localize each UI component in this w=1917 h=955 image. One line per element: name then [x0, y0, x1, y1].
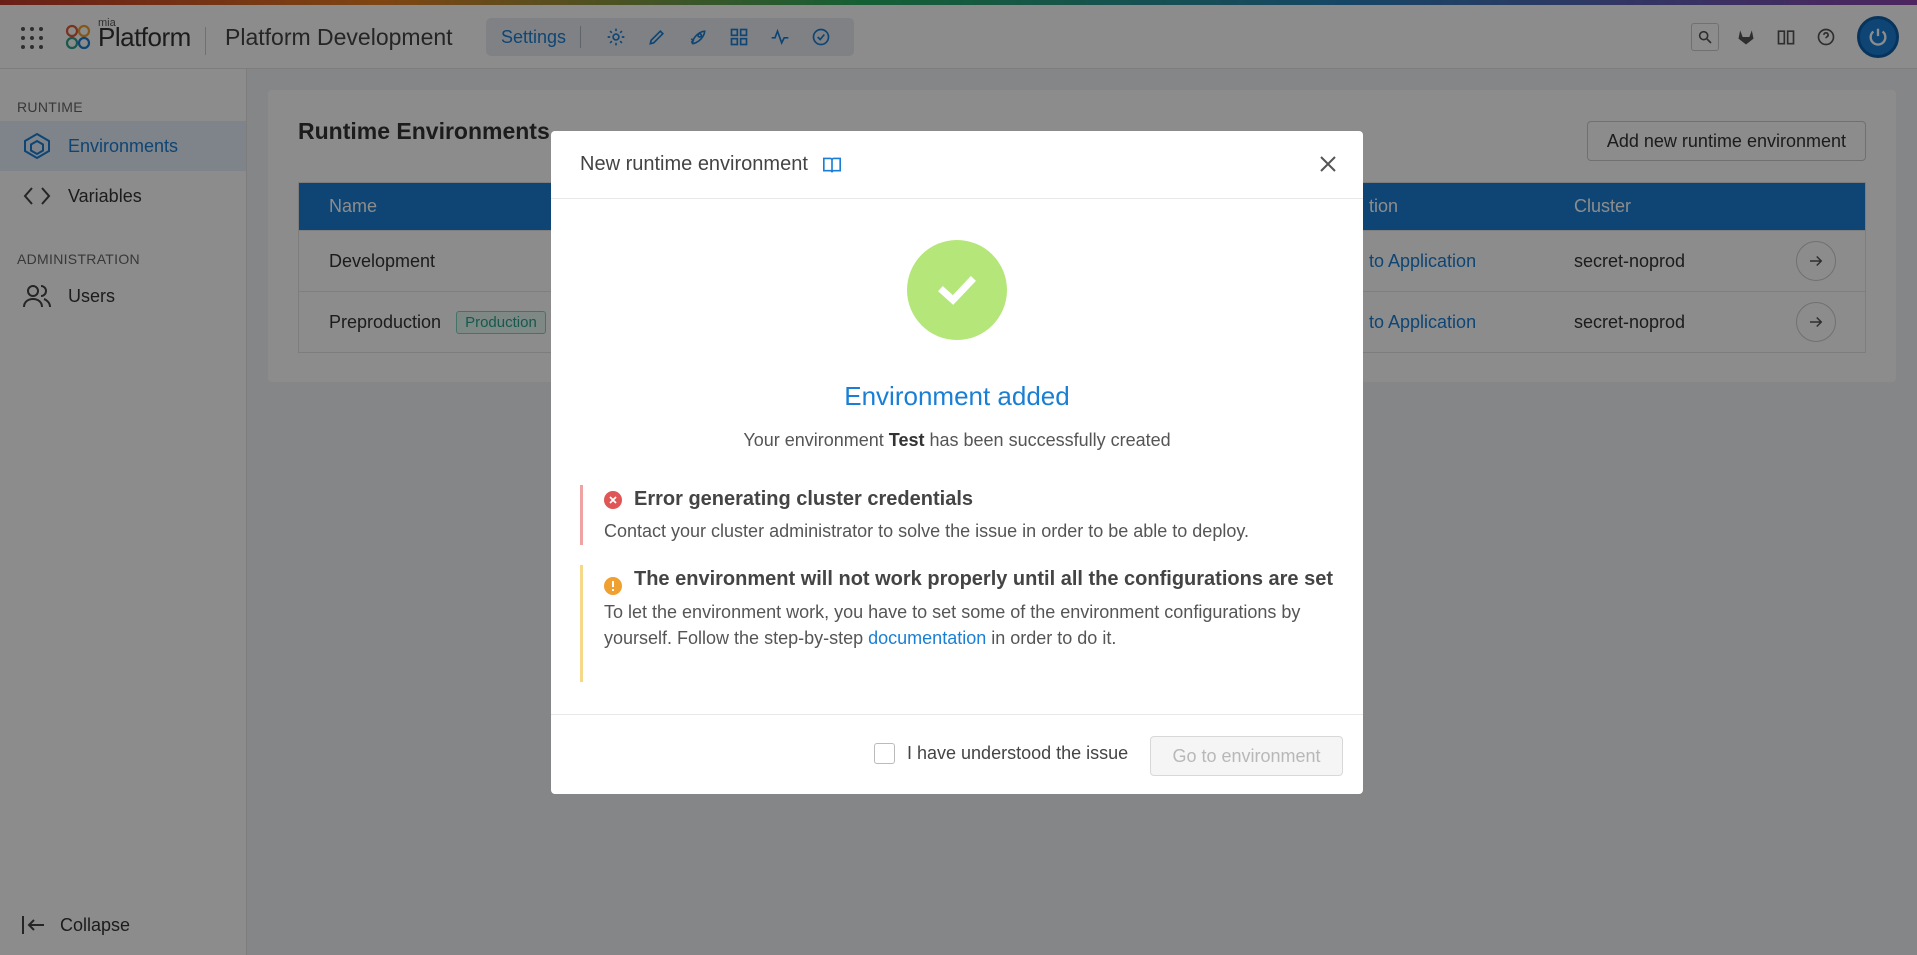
- success-message: Your environment Test has been successfu…: [551, 430, 1363, 451]
- warning-title-text: The environment will not work properly u…: [634, 568, 1333, 590]
- modal-header: New runtime environment: [551, 131, 1363, 199]
- success-title: Environment added: [844, 381, 1070, 411]
- modal-title: New runtime environment: [580, 153, 808, 175]
- warning-alert-title: The environment will not work properly u…: [604, 565, 1334, 595]
- book-icon[interactable]: [822, 156, 842, 174]
- understood-checkbox-label: I have understood the issue: [907, 743, 1129, 763]
- error-alert-body: Contact your cluster administrator to so…: [604, 521, 1250, 541]
- success-message-prefix: Your environment: [743, 430, 884, 450]
- warning-alert: The environment will not work properly u…: [580, 565, 1334, 682]
- modal-footer: I have understood the issue Go to enviro…: [551, 714, 1363, 794]
- error-alert: Error generating cluster credentials Con…: [580, 485, 1334, 545]
- documentation-link[interactable]: documentation: [868, 628, 986, 648]
- close-icon[interactable]: [1317, 153, 1339, 175]
- understood-checkbox[interactable]: [874, 743, 895, 764]
- go-to-environment-button[interactable]: Go to environment: [1150, 736, 1343, 776]
- error-title-text: Error generating cluster credentials: [634, 488, 974, 510]
- warning-alert-body: To let the environment work, you have to…: [604, 599, 1334, 651]
- understood-checkbox-wrapper[interactable]: I have understood the issue: [874, 743, 1128, 764]
- new-environment-modal: New runtime environment Environment adde…: [551, 131, 1363, 794]
- success-check-icon: [907, 240, 1007, 340]
- error-alert-title: Error generating cluster credentials: [604, 485, 1334, 514]
- environment-name: Test: [888, 430, 925, 450]
- warning-body-suffix: in order to do it.: [991, 628, 1117, 648]
- error-x-icon: [604, 491, 622, 509]
- success-message-suffix: has been successfully created: [929, 430, 1171, 450]
- warning-exclamation-icon: [604, 577, 622, 595]
